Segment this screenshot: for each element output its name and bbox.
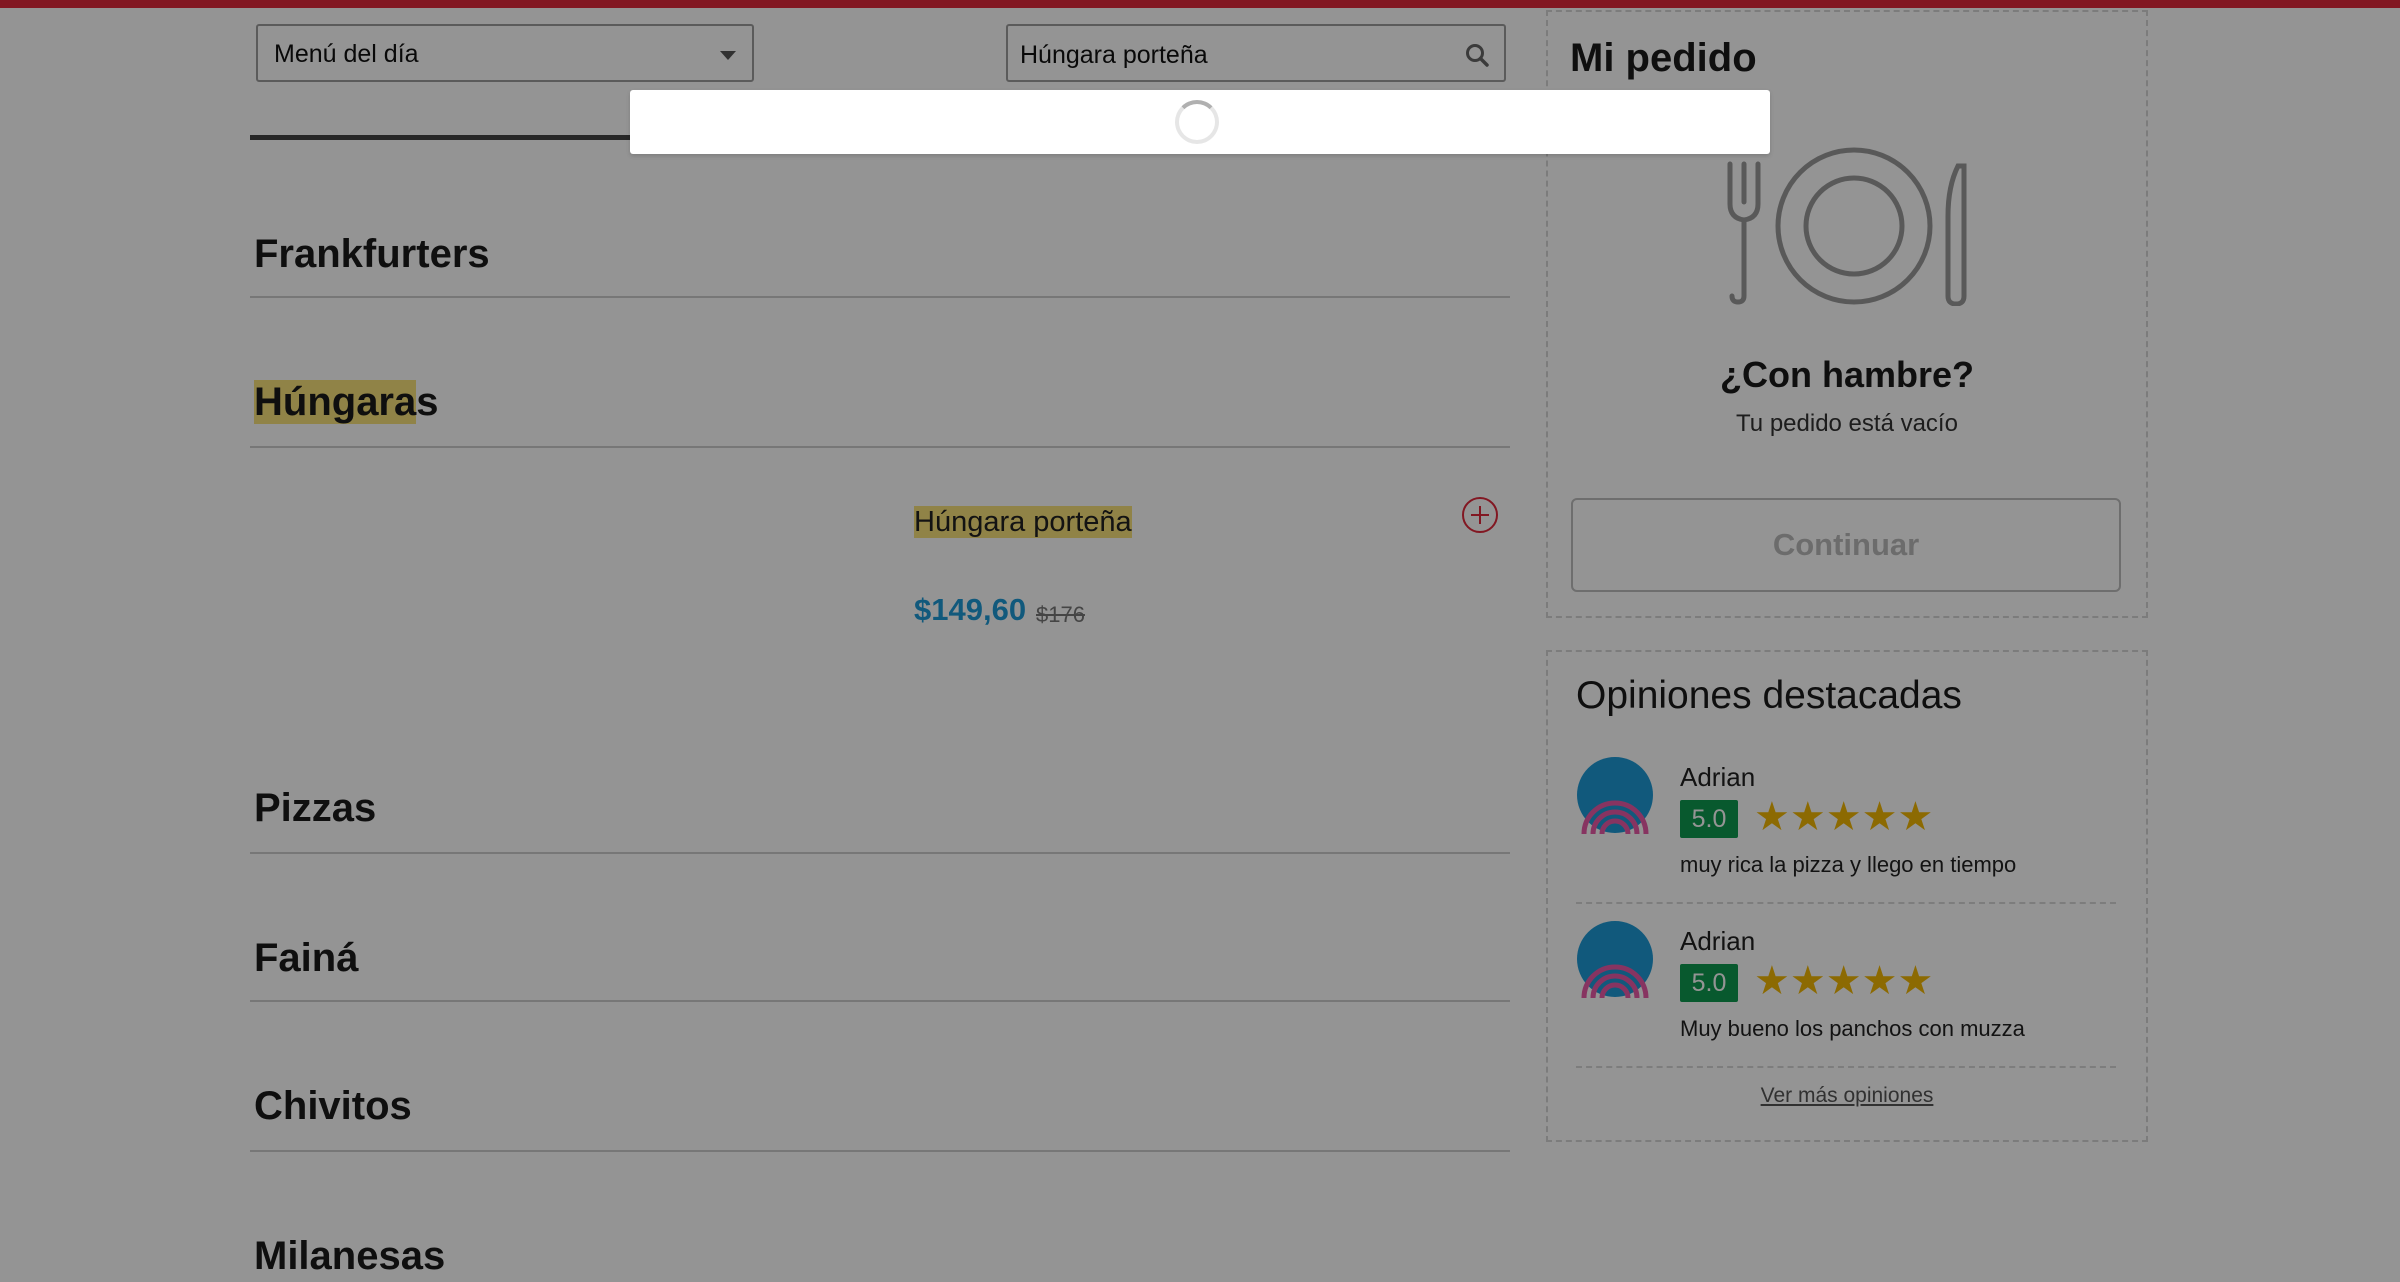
loading-dialog: [630, 90, 1770, 154]
loading-overlay: [0, 0, 2400, 1282]
spinner-icon: [1175, 100, 1219, 144]
